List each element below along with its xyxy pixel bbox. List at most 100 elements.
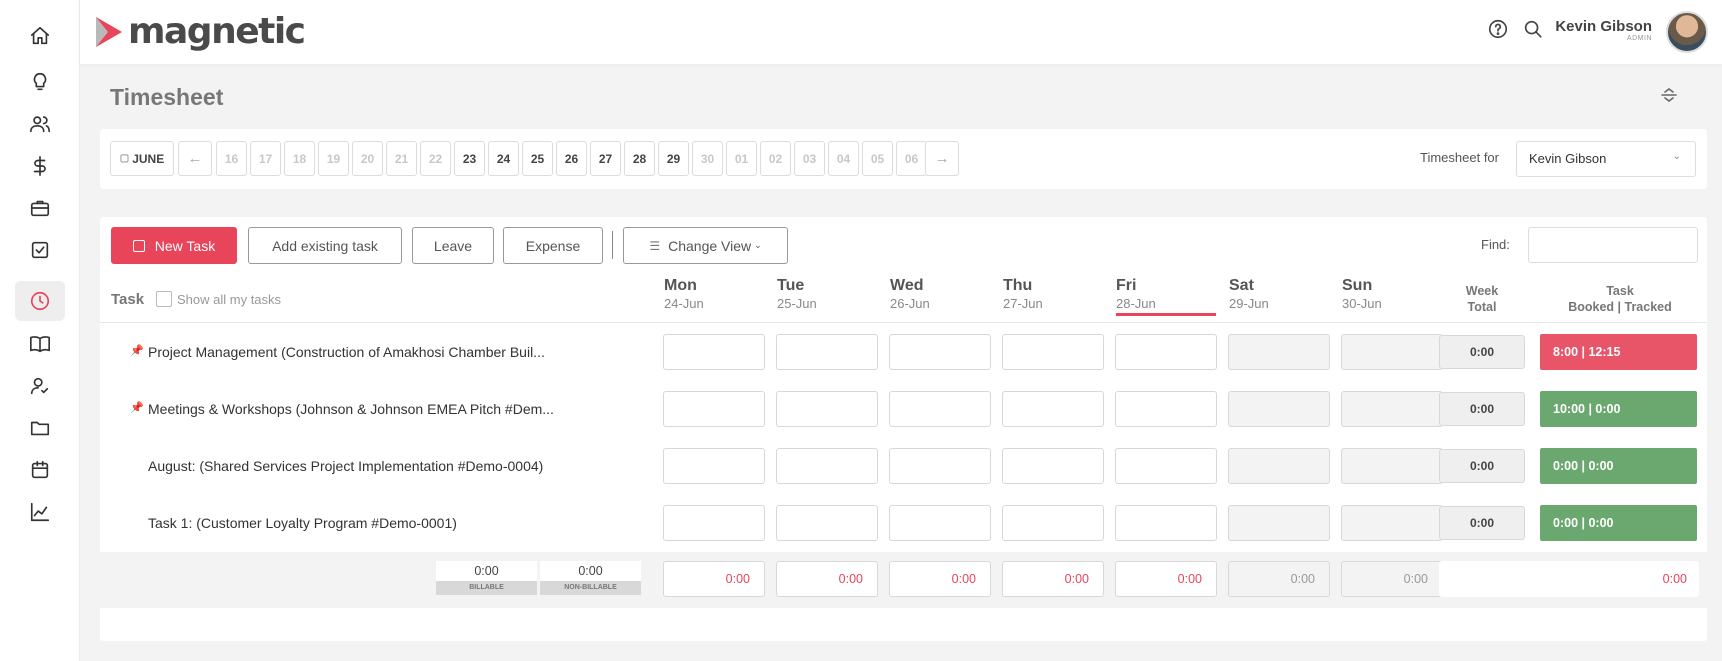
- date-button[interactable]: 21: [386, 141, 417, 176]
- date-button[interactable]: 19: [318, 141, 349, 176]
- time-entry-fri[interactable]: [1115, 505, 1217, 541]
- time-entry-tue[interactable]: [776, 448, 878, 484]
- date-button[interactable]: 24: [488, 141, 519, 176]
- time-entry-wed[interactable]: [889, 505, 991, 541]
- checkbox-icon: [31, 241, 49, 259]
- time-entry-thu[interactable]: [1002, 334, 1104, 370]
- date-button[interactable]: 23: [454, 141, 485, 176]
- time-entry-mon[interactable]: [663, 334, 765, 370]
- task-name[interactable]: August: (Shared Services Project Impleme…: [148, 458, 543, 474]
- task-name[interactable]: Task 1: (Customer Loyalty Program #Demo-…: [148, 515, 457, 531]
- day-date: 27-Jun: [1003, 296, 1043, 311]
- new-task-button[interactable]: New Task: [111, 227, 237, 264]
- task-name[interactable]: Project Management (Construction of Amak…: [148, 344, 545, 360]
- add-existing-task-button[interactable]: Add existing task: [248, 227, 402, 264]
- time-entry-sat[interactable]: [1228, 448, 1330, 484]
- time-entry-mon[interactable]: [663, 448, 765, 484]
- date-button[interactable]: 22: [420, 141, 451, 176]
- sidebar-item-tasks[interactable]: [15, 230, 65, 270]
- expense-button[interactable]: Expense: [503, 227, 603, 264]
- header-divider: [100, 322, 1707, 323]
- time-entry-mon[interactable]: [663, 391, 765, 427]
- date-button[interactable]: 04: [828, 141, 859, 176]
- time-entry-fri[interactable]: [1115, 391, 1217, 427]
- sidebar-item-jobs[interactable]: [15, 188, 65, 228]
- time-entry-tue[interactable]: [776, 505, 878, 541]
- time-entry-sat[interactable]: [1228, 391, 1330, 427]
- date-button[interactable]: 25: [522, 141, 553, 176]
- sidebar-item-finance[interactable]: [15, 146, 65, 186]
- user-check-icon: [30, 377, 49, 395]
- time-entry-fri[interactable]: [1115, 334, 1217, 370]
- week-total-header-line1: Week: [1465, 284, 1499, 298]
- time-entry-sat[interactable]: [1228, 334, 1330, 370]
- show-all-checkbox[interactable]: [156, 291, 172, 307]
- time-entry-wed[interactable]: [889, 391, 991, 427]
- leave-button[interactable]: Leave: [412, 227, 494, 264]
- time-entry-sun[interactable]: [1341, 505, 1443, 541]
- time-entry-sat[interactable]: [1228, 505, 1330, 541]
- next-week-button[interactable]: →: [925, 141, 959, 176]
- date-button[interactable]: 03: [794, 141, 825, 176]
- date-button[interactable]: 05: [862, 141, 893, 176]
- time-entry-thu[interactable]: [1002, 505, 1104, 541]
- date-button[interactable]: 17: [250, 141, 281, 176]
- collapse-toggle[interactable]: [1660, 86, 1678, 104]
- day-date: 29-Jun: [1229, 296, 1269, 311]
- sidebar-item-knowledge[interactable]: [15, 324, 65, 364]
- sidebar-item-home[interactable]: [15, 16, 65, 56]
- pin-icon[interactable]: 📌: [130, 401, 144, 414]
- month-picker-button[interactable]: ▢ JUNE: [110, 141, 174, 176]
- date-button[interactable]: 18: [284, 141, 315, 176]
- day-header-thu: Thu 27-Jun: [1003, 277, 1103, 311]
- date-button[interactable]: 01: [726, 141, 757, 176]
- billable-summary: 0:00 BILLABLE: [436, 561, 537, 595]
- date-button[interactable]: 06: [896, 141, 927, 176]
- task-name[interactable]: Meetings & Workshops (Johnson & Johnson …: [148, 401, 554, 417]
- day-name: Wed: [890, 277, 924, 294]
- billable-value: 0:00: [436, 561, 537, 581]
- day-header-tue: Tue 25-Jun: [777, 277, 877, 311]
- non-billable-label: NON-BILLABLE: [540, 581, 641, 595]
- help-button[interactable]: [1487, 18, 1511, 42]
- sidebar-item-reports[interactable]: [15, 492, 65, 532]
- calendar-icon: [31, 460, 49, 479]
- time-entry-thu[interactable]: [1002, 391, 1104, 427]
- date-button[interactable]: 27: [590, 141, 621, 176]
- timesheet-for-select[interactable]: Kevin Gibson ⌄: [1516, 141, 1696, 177]
- avatar[interactable]: [1666, 11, 1708, 53]
- user-name[interactable]: Kevin Gibson: [1555, 18, 1652, 35]
- time-entry-sun[interactable]: [1341, 334, 1443, 370]
- time-entry-sun[interactable]: [1341, 391, 1443, 427]
- time-entry-tue[interactable]: [776, 391, 878, 427]
- time-entry-fri[interactable]: [1115, 448, 1217, 484]
- time-entry-mon[interactable]: [663, 505, 765, 541]
- date-button[interactable]: 30: [692, 141, 723, 176]
- time-entry-wed[interactable]: [889, 448, 991, 484]
- sidebar-item-timesheet[interactable]: [15, 281, 65, 321]
- time-entry-sun[interactable]: [1341, 448, 1443, 484]
- pin-icon[interactable]: 📌: [130, 344, 144, 357]
- date-button[interactable]: 28: [624, 141, 655, 176]
- sidebar-item-files[interactable]: [15, 408, 65, 448]
- date-button[interactable]: 20: [352, 141, 383, 176]
- time-entry-tue[interactable]: [776, 334, 878, 370]
- date-button[interactable]: 26: [556, 141, 587, 176]
- date-button[interactable]: 02: [760, 141, 791, 176]
- logo-mark-icon: [96, 17, 122, 47]
- sidebar-item-people[interactable]: [15, 104, 65, 144]
- app-logo[interactable]: magnetic: [94, 11, 306, 52]
- sidebar-item-contacts[interactable]: [15, 366, 65, 406]
- time-entry-wed[interactable]: [889, 334, 991, 370]
- search-button[interactable]: [1522, 18, 1546, 42]
- prev-week-button[interactable]: ←: [178, 141, 212, 176]
- find-input[interactable]: [1528, 227, 1698, 263]
- sidebar-item-calendar[interactable]: [15, 450, 65, 490]
- date-button[interactable]: 16: [216, 141, 247, 176]
- time-entry-thu[interactable]: [1002, 448, 1104, 484]
- date-button[interactable]: 29: [658, 141, 689, 176]
- change-view-button[interactable]: ☰ Change View ⌄: [623, 227, 788, 264]
- logo-text: magnetic: [128, 11, 306, 52]
- sidebar-item-ideas[interactable]: [15, 62, 65, 102]
- show-all-tasks-toggle[interactable]: Show all my tasks: [156, 291, 281, 307]
